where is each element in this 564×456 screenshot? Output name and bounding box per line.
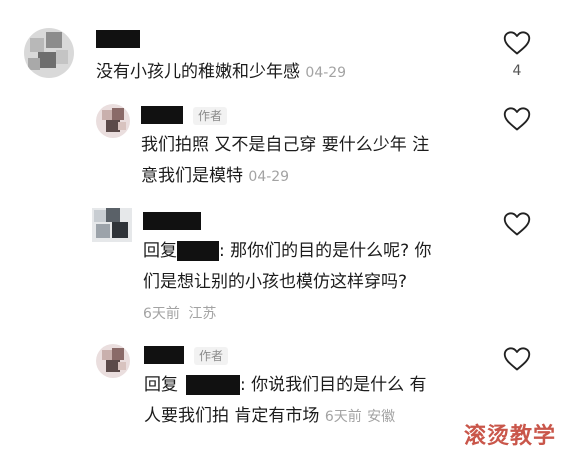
comment-body: 没有小孩儿的稚嫩和少年感 <box>96 62 300 82</box>
heart-outline-icon[interactable] <box>503 30 531 56</box>
comment-text: 回复 : 那你们的目的是什么呢? 你 <box>143 236 432 267</box>
comment-body-line1: : 你说我们目的是什么 有 <box>240 375 427 395</box>
comment-date: 6天前 <box>324 409 362 425</box>
reply-prefix: 回复 <box>144 375 178 395</box>
avatar[interactable] <box>92 208 132 242</box>
comment-body-line2: 意我们是模特 <box>141 166 243 186</box>
avatar[interactable] <box>24 28 74 78</box>
comment-body-line2: 们是想让别的小孩也模仿这样穿吗? <box>143 272 408 292</box>
author-badge: 作者 <box>193 107 228 125</box>
heart-outline-icon[interactable] <box>503 346 531 372</box>
comment-date: 04-29 <box>248 169 290 185</box>
username-redacted[interactable] <box>144 346 184 364</box>
comment-date: 6天前 <box>143 306 180 322</box>
heart-outline-icon[interactable] <box>503 211 531 237</box>
comment-text: 没有小孩儿的稚嫩和少年感 04-29 <box>96 57 346 89</box>
comment-meta: 6天前 江苏 <box>143 304 216 324</box>
comment-text: 意我们是模特 04-29 <box>141 161 289 193</box>
comment-text: 人要我们拍 肯定有市场 6天前 安徽 <box>144 401 395 433</box>
watermark: 滚烫教学 <box>463 424 556 449</box>
comment-body-line2: 人要我们拍 肯定有市场 <box>144 406 320 426</box>
username-redacted[interactable] <box>96 30 140 48</box>
comment-text: 我们拍照 又不是自己穿 要什么少年 注 <box>141 130 429 161</box>
comment-date: 04-29 <box>305 65 347 81</box>
reply-prefix: 回复 <box>143 241 177 261</box>
like-count: 4 <box>512 63 522 79</box>
comment-text: 回复 : 你说我们目的是什么 有 <box>144 370 427 401</box>
comment-text: 们是想让别的小孩也模仿这样穿吗? <box>143 267 407 298</box>
comment-body-line1: : 那你们的目的是什么呢? 你 <box>219 241 432 261</box>
mention-redacted[interactable] <box>186 375 240 395</box>
username-redacted[interactable] <box>143 212 201 230</box>
author-badge: 作者 <box>194 347 229 365</box>
avatar[interactable] <box>96 344 130 378</box>
comment-body-line1: 我们拍照 又不是自己穿 要什么少年 注 <box>141 135 430 155</box>
heart-outline-icon[interactable] <box>503 106 531 132</box>
avatar[interactable] <box>96 104 130 138</box>
mention-redacted[interactable] <box>177 241 219 261</box>
username-redacted[interactable] <box>141 106 183 124</box>
comment-location: 安徽 <box>367 409 396 425</box>
comment-location: 江苏 <box>188 306 217 322</box>
